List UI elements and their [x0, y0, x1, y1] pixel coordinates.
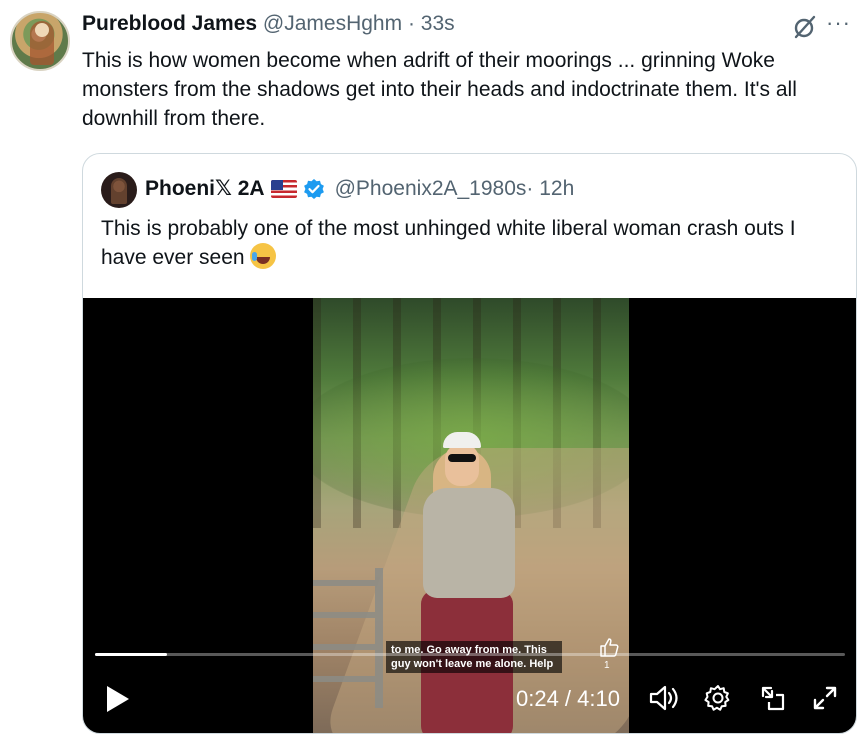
- video-player[interactable]: to me. Go away from me. This guy won't l…: [83, 298, 856, 733]
- post-text: This is how women become when adrift of …: [82, 49, 797, 130]
- quoted-author-handle[interactable]: @Phoenix2A_1980s: [335, 177, 527, 201]
- quoted-post[interactable]: Phoeni𝕏 2A @Phoenix2A_1980s · 12h This i…: [82, 153, 857, 734]
- video-caption: to me. Go away from me. This guy won't l…: [386, 641, 562, 673]
- volume-icon[interactable]: [648, 683, 680, 713]
- quoted-post-time[interactable]: · 12h: [526, 177, 574, 201]
- quoted-author-avatar[interactable]: [101, 172, 137, 208]
- author-handle[interactable]: @JamesHghm: [263, 12, 402, 35]
- quoted-header: Phoeni𝕏 2A @Phoenix2A_1980s · 12h: [145, 176, 574, 201]
- quoted-author-name[interactable]: Phoeni𝕏 2A: [145, 176, 265, 201]
- video-person-glasses: [448, 454, 476, 462]
- fullscreen-expand-icon[interactable]: [811, 684, 839, 712]
- thumbs-up-count: 1: [604, 660, 610, 671]
- video-caption-text: to me. Go away from me. This guy won't l…: [391, 644, 554, 670]
- author-name[interactable]: Pureblood James: [82, 12, 257, 35]
- quoted-text: This is probably one of the most unhinge…: [101, 214, 831, 272]
- post-time[interactable]: · 33s: [408, 12, 455, 35]
- video-time-readout: 0:24 / 4:10: [516, 686, 620, 711]
- video-progress-fill: [95, 653, 167, 656]
- verified-badge-icon: [303, 178, 324, 199]
- play-icon[interactable]: [105, 684, 131, 714]
- video-person-cap: [443, 432, 481, 448]
- video-progress-bar[interactable]: [95, 653, 845, 656]
- video-fence: [313, 568, 383, 708]
- post-header: Pureblood James @JamesHghm · 33s: [82, 12, 455, 36]
- avatar-face: [35, 23, 49, 37]
- quoted-text-body: This is probably one of the most unhinge…: [101, 217, 796, 269]
- more-options-button[interactable]: ···: [826, 10, 851, 36]
- us-flag-icon: [270, 179, 297, 198]
- video-person-body: [423, 488, 515, 598]
- laughing-emoji-icon: [250, 243, 277, 269]
- video-person-head: [445, 444, 479, 486]
- grok-icon[interactable]: [792, 14, 818, 40]
- settings-gear-icon[interactable]: [703, 683, 733, 713]
- author-avatar[interactable]: [10, 11, 70, 71]
- picture-in-picture-icon[interactable]: [759, 683, 787, 713]
